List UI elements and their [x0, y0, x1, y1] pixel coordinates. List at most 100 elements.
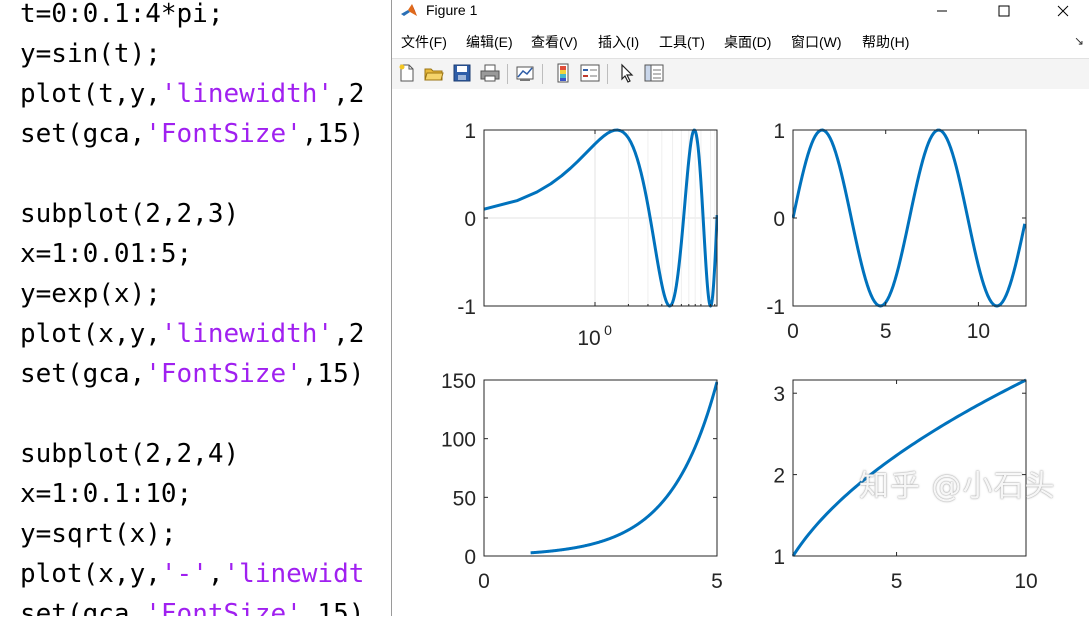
menu-view[interactable]: 查看(V): [531, 33, 578, 51]
figure-canvas[interactable]: -1 0 1 10 0 -1 0 1 0 5 10 0 50 100 150 0 5 1 2 3 5 10: [392, 89, 1089, 616]
code-token: ,15): [301, 119, 365, 149]
menu-file[interactable]: 文件(F): [401, 33, 447, 51]
code-token: plot(x,y,: [20, 559, 161, 589]
code-token: t=0:0.1:4*pi;: [20, 0, 224, 29]
code-line: x=1:0.01:5;: [20, 234, 192, 274]
code-token: x=1:0.01:5;: [20, 239, 193, 269]
subplot-2: -1010 5 10: [766, 120, 1027, 343]
minimize-icon: [937, 10, 947, 12]
y-tick-label: 0: [464, 208, 476, 231]
code-token: plot(t,y,: [20, 79, 161, 109]
figure-window: Figure 1 文件(F) 编辑(E) 查看(V) 插入(I) 工具(T) 桌…: [391, 0, 1089, 616]
menu-help[interactable]: 帮助(H): [862, 33, 909, 51]
code-line: subplot(2,2,3): [20, 194, 239, 234]
x-tick-label: 5: [891, 570, 903, 593]
y-tick-label: -1: [457, 296, 476, 319]
code-token: subplot(2,2,3): [20, 199, 240, 229]
link-plot-icon[interactable]: [514, 62, 536, 84]
x-tick-label-exponent: 0: [604, 322, 612, 338]
code-line: set(gca,'FontSize',15): [20, 594, 364, 616]
code-line: plot(x,y,'linewidth',2: [20, 314, 364, 354]
code-token: set(gca,: [20, 359, 146, 389]
code-line: set(gca,'FontSize',15): [20, 354, 364, 394]
toolbar-separator: [607, 64, 608, 84]
code-token: x=1:0.1:10;: [20, 479, 193, 509]
menu-desktop[interactable]: 桌面(D): [724, 33, 771, 51]
code-token: set(gca,: [20, 599, 146, 616]
code-line: plot(t,y,'linewidth',2: [20, 74, 364, 114]
y-tick-label: 0: [773, 208, 785, 231]
x-tick-label: 5: [880, 320, 892, 343]
code-line: y=exp(x);: [20, 274, 161, 314]
code-string: 'linewidt: [223, 559, 365, 589]
toolbar-separator: [507, 64, 508, 84]
code-token: ,15): [301, 359, 365, 389]
figure-toolbar: [392, 58, 1089, 90]
menu-window[interactable]: 窗口(W): [791, 33, 842, 51]
code-token: set(gca,: [20, 119, 146, 149]
menu-edit[interactable]: 编辑(E): [466, 33, 513, 51]
title-bar: Figure 1: [392, 0, 1089, 22]
new-figure-icon[interactable]: [396, 62, 418, 84]
maximize-button[interactable]: [981, 0, 1027, 22]
close-button[interactable]: [1040, 0, 1086, 22]
x-tick-label: 0: [787, 320, 799, 343]
code-line: x=1:0.1:10;: [20, 474, 192, 514]
y-tick-label: 150: [441, 370, 476, 393]
code-line: subplot(2,2,4): [20, 434, 239, 474]
code-line: t=0:0.1:4*pi;: [20, 0, 224, 34]
code-string: 'FontSize': [145, 359, 302, 389]
menu-insert[interactable]: 插入(I): [598, 33, 639, 51]
code-line: set(gca,'FontSize',15): [20, 114, 364, 154]
window-title: Figure 1: [426, 2, 478, 18]
insert-legend-icon[interactable]: [579, 62, 601, 84]
menu-bar: 文件(F) 编辑(E) 查看(V) 插入(I) 工具(T) 桌面(D) 窗口(W…: [392, 30, 1089, 54]
toolbar-separator: [542, 64, 543, 84]
select-pointer-icon[interactable]: [616, 62, 638, 84]
maximize-icon: [998, 5, 1010, 17]
property-editor-icon[interactable]: [643, 62, 665, 84]
x-tick-label: 0: [478, 570, 490, 593]
code-token: y=exp(x);: [20, 279, 161, 309]
y-tick-label: 1: [773, 546, 785, 569]
code-token: plot(x,y,: [20, 319, 161, 349]
code-token: subplot(2,2,4): [20, 439, 240, 469]
code-line: plot(x,y,'-','linewidt: [20, 554, 364, 594]
x-tick-label: 10: [1014, 570, 1037, 593]
y-tick-label: 3: [773, 383, 785, 406]
code-token: ,2: [333, 79, 365, 109]
y-tick-label: 0: [464, 546, 476, 569]
code-line: y=sin(t);: [20, 34, 161, 74]
open-file-icon[interactable]: [423, 62, 445, 84]
x-tick-label: 10: [577, 327, 600, 350]
y-tick-label: 2: [773, 465, 785, 488]
code-line: y=sqrt(x);: [20, 514, 177, 554]
code-string: 'FontSize': [145, 119, 302, 149]
code-token: y=sin(t);: [20, 39, 161, 69]
subplot-1: -10110 0: [457, 120, 718, 350]
code-token: y=sqrt(x);: [20, 519, 177, 549]
x-tick-label: 5: [711, 570, 723, 593]
minimize-button[interactable]: [919, 0, 965, 22]
y-tick-label: 1: [464, 120, 476, 143]
y-tick-label: 100: [441, 429, 476, 452]
code-string: 'linewidth': [160, 79, 334, 109]
dock-arrow-icon[interactable]: ↘: [1074, 34, 1084, 48]
code-token: ,: [207, 559, 224, 589]
axes-background: [484, 380, 717, 556]
watermark: 知乎 @小石头: [859, 469, 1056, 504]
code-token: ,15): [301, 599, 365, 616]
insert-colorbar-icon[interactable]: [552, 62, 574, 84]
save-icon[interactable]: [451, 62, 473, 84]
close-icon: [1057, 5, 1069, 17]
code-string: 'FontSize': [145, 599, 302, 616]
subplot-grid: -10110 0-1010 5 100501001500 51235 10: [441, 120, 1038, 593]
print-icon[interactable]: [479, 62, 501, 84]
code-string: 'linewidth': [160, 319, 334, 349]
y-tick-label: 1: [773, 120, 785, 143]
menu-tools[interactable]: 工具(T): [659, 33, 705, 51]
matlab-logo-icon: [401, 4, 417, 16]
y-tick-label: 50: [453, 487, 476, 510]
x-tick-label: 10: [967, 320, 990, 343]
code-editor[interactable]: t=0:0.1:4*pi; y=sin(t); plot(t,y,'linewidt…: [0, 0, 392, 616]
